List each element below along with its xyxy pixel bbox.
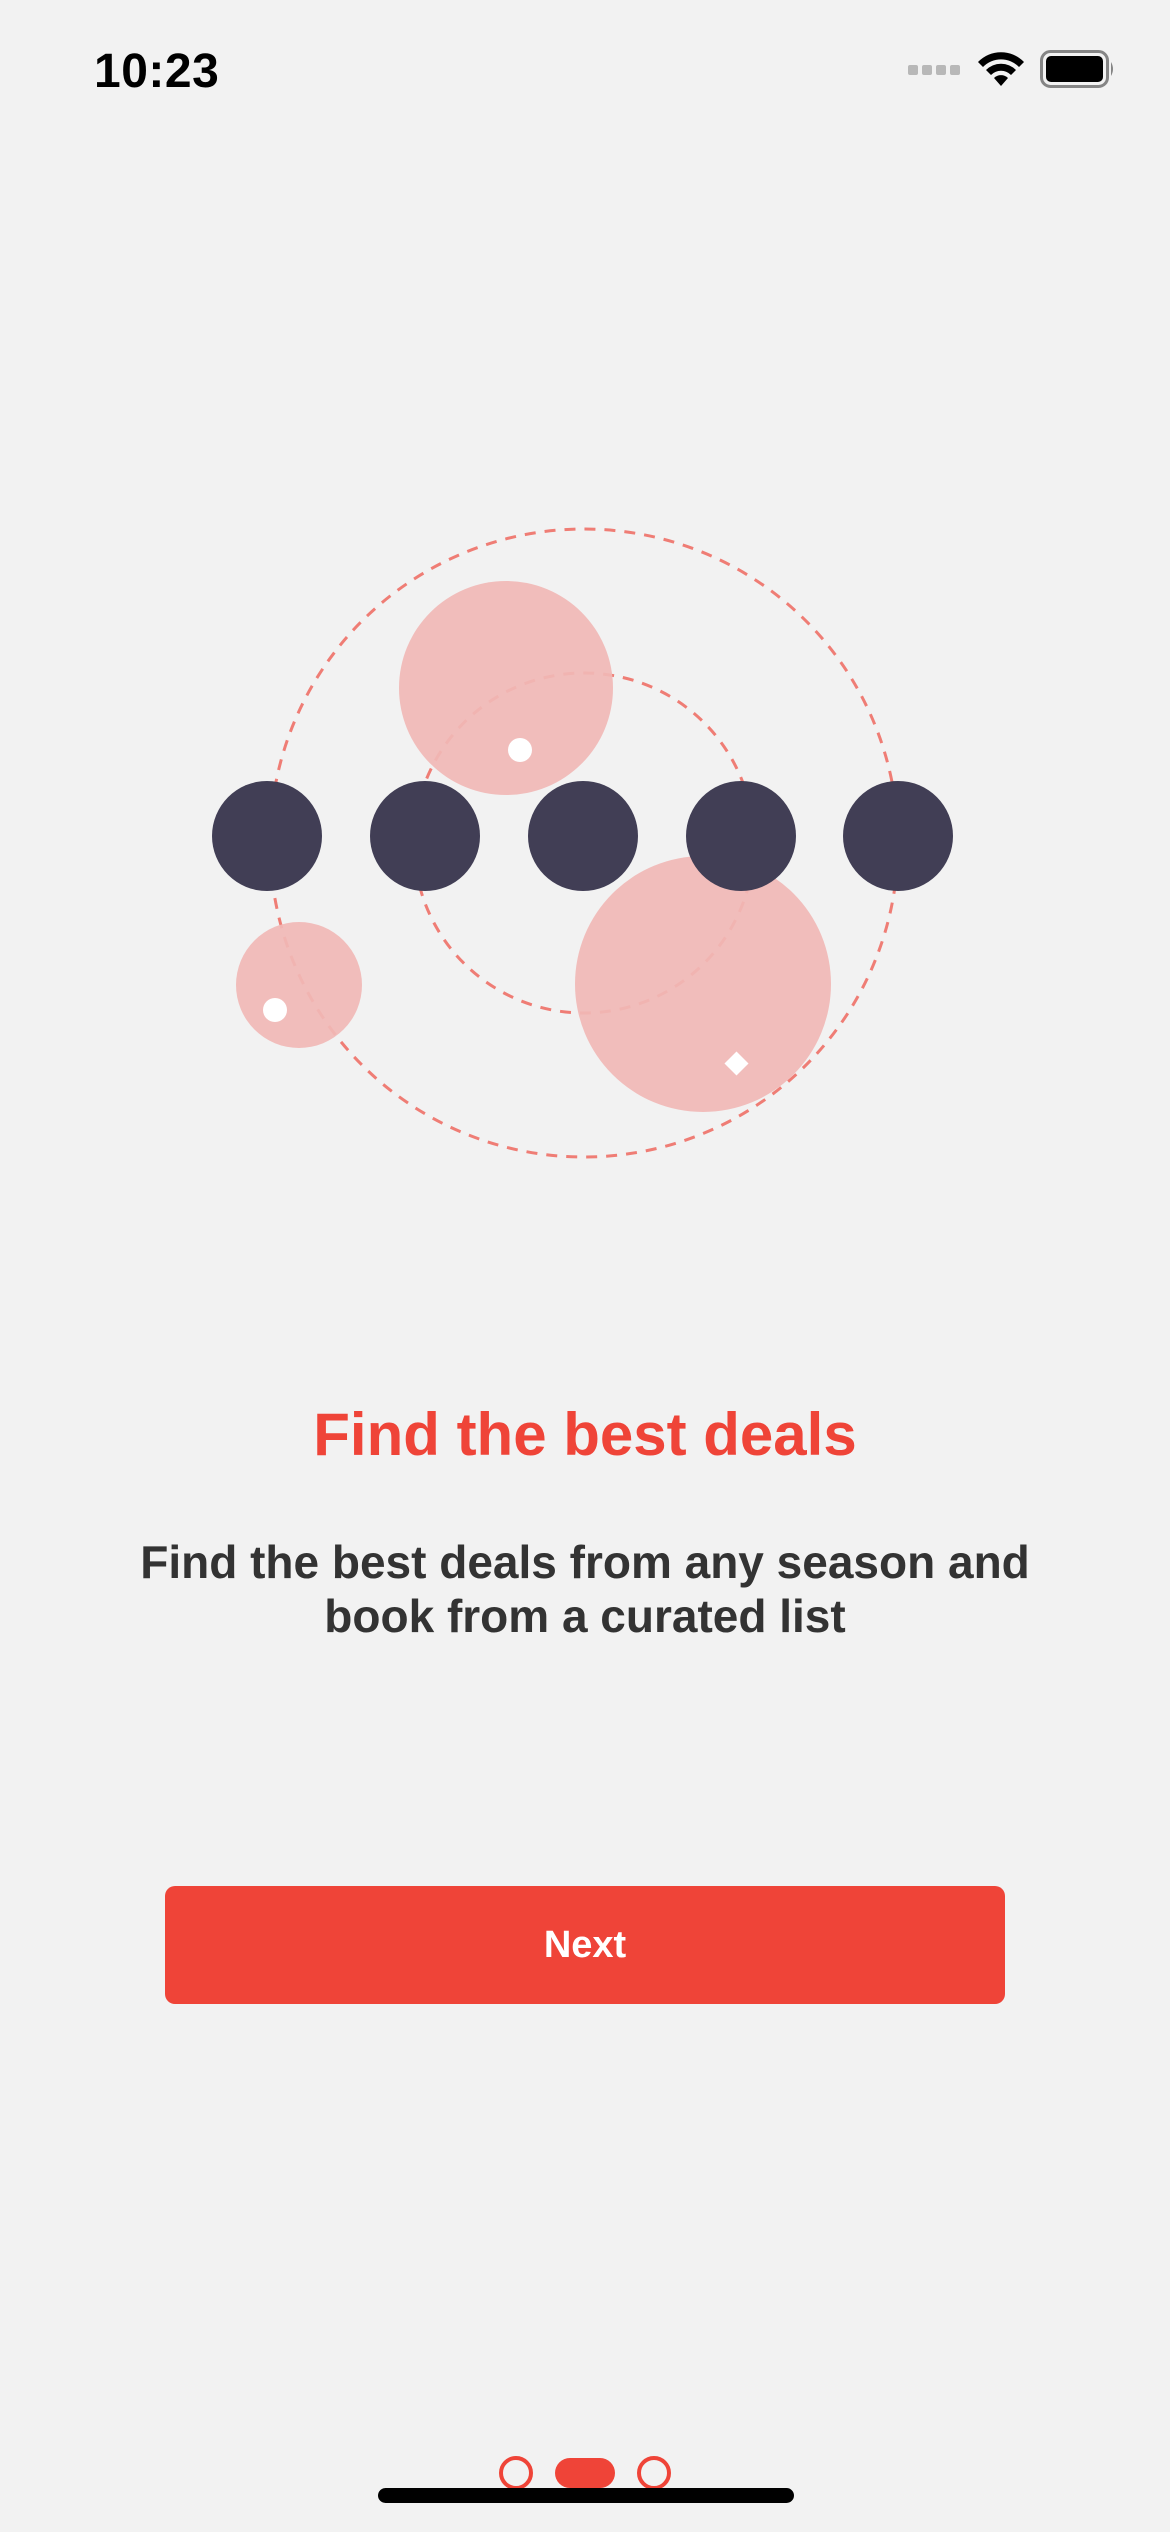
page-indicator: [0, 2456, 1170, 2490]
page-dot-2-active[interactable]: [555, 2458, 615, 2488]
dark-dot-1: [212, 781, 322, 891]
home-indicator[interactable]: [378, 2488, 794, 2503]
sparkle-dot-top: [508, 738, 532, 762]
sparkle-dot-left: [263, 998, 287, 1022]
page-dot-3[interactable]: [637, 2456, 671, 2490]
dark-dot-5: [843, 781, 953, 891]
page-dot-1[interactable]: [499, 2456, 533, 2490]
bubble-left: [236, 922, 362, 1048]
onboarding-description: Find the best deals from any season and …: [140, 1536, 1030, 1642]
bubble-bottom-right: [575, 856, 831, 1112]
deals-orbit-illustration: [212, 527, 953, 1159]
dark-dot-3: [528, 781, 638, 891]
bubble-top: [399, 581, 613, 795]
dark-dot-2: [370, 781, 480, 891]
next-button[interactable]: Next: [165, 1886, 1005, 2004]
dark-dot-4: [686, 781, 796, 891]
onboarding-title: Find the best deals: [313, 1401, 857, 1468]
